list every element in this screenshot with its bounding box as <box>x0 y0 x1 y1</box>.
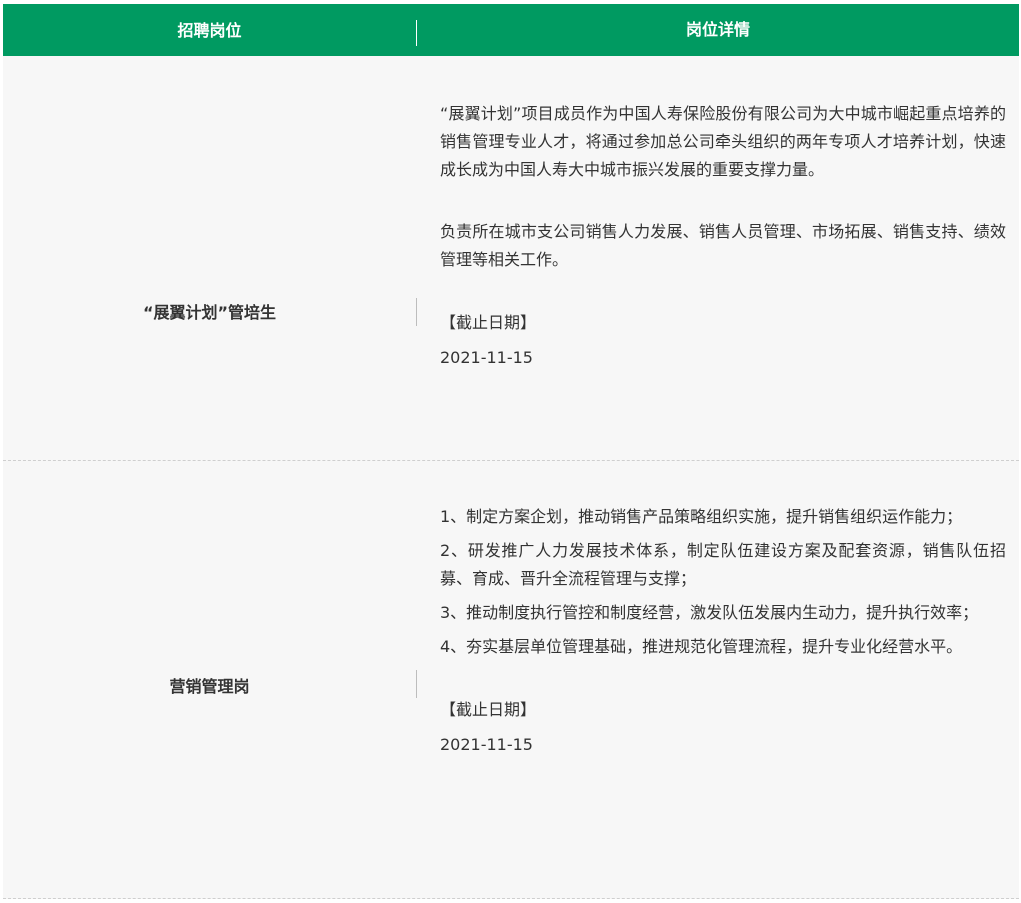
detail-paragraph: 负责所在城市支公司销售人力发展、销售人员管理、市场拓展、销售支持、绩效管理等相关… <box>440 222 1006 269</box>
position-name: 营销管理岗 <box>169 677 250 696</box>
deadline-label: 【截止日期】 <box>440 700 537 719</box>
detail-paragraph: “展翼计划”项目成员作为中国人寿保险股份有限公司为大中城市崛起重点培养的销售管理… <box>440 104 1006 179</box>
table-row: 营销管理岗 1、制定方案企划，推动销售产品策略组织实施，提升销售组织运作能力； … <box>3 461 1019 899</box>
position-detail: 1、制定方案企划，推动销售产品策略组织实施，提升销售组织运作能力； 2、研发推广… <box>440 503 1006 765</box>
deadline-date: 2021-11-15 <box>440 348 533 367</box>
header-detail: 岗位详情 <box>685 20 750 39</box>
header-position: 招聘岗位 <box>177 21 242 40</box>
detail-item: 1、制定方案企划，推动销售产品策略组织实施，提升销售组织运作能力； <box>440 507 963 526</box>
detail-item: 3、推动制度执行管控和制度经营，激发队伍发展内生动力，提升执行效率； <box>440 603 979 622</box>
detail-item: 2、研发推广人力发展技术体系，制定队伍建设方案及配套资源，销售队伍招募、育成、晋… <box>440 541 1006 588</box>
table-header: 招聘岗位 岗位详情 <box>3 4 1019 56</box>
page: 招聘岗位 岗位详情 “展翼计划”管培生 “展翼计划”项目成员作为中国人寿保险股份… <box>0 0 1021 903</box>
column-divider <box>416 298 417 326</box>
table-row: “展翼计划”管培生 “展翼计划”项目成员作为中国人寿保险股份有限公司为大中城市崛… <box>3 56 1019 461</box>
deadline-date: 2021-11-15 <box>440 735 533 754</box>
detail-item: 4、夯实基层单位管理基础，推进规范化管理流程，提升专业化经营水平。 <box>440 637 963 656</box>
job-table: 招聘岗位 岗位详情 “展翼计划”管培生 “展翼计划”项目成员作为中国人寿保险股份… <box>3 4 1019 899</box>
position-name: “展翼计划”管培生 <box>142 303 277 322</box>
column-divider <box>416 670 417 698</box>
deadline-label: 【截止日期】 <box>440 313 537 332</box>
position-detail: “展翼计划”项目成员作为中国人寿保险股份有限公司为大中城市崛起重点培养的销售管理… <box>440 100 1006 378</box>
